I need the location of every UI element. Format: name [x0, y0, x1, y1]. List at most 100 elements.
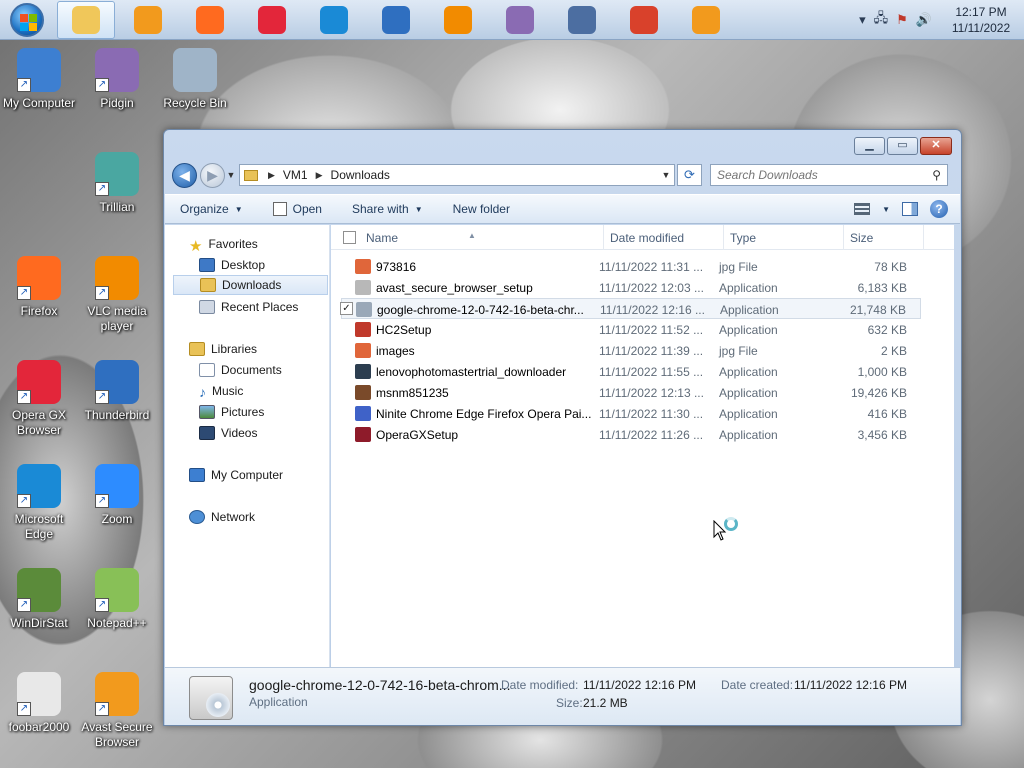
preview-pane-icon[interactable]: [902, 202, 918, 216]
videos-icon: [199, 426, 215, 440]
file-type: Application: [719, 281, 778, 295]
desktop-icon-vlc-media-player[interactable]: ↗ VLC media player: [78, 256, 156, 334]
desktop-icon-trillian[interactable]: ↗ Trillian: [78, 152, 156, 215]
taskbar-media-player-button[interactable]: [119, 1, 177, 39]
show-hidden-icons-button[interactable]: ▾: [859, 12, 866, 28]
nav-downloads[interactable]: Downloads: [173, 275, 328, 295]
col-date-modified[interactable]: Date modified: [610, 231, 684, 245]
taskbar-avast-browser-button[interactable]: [677, 1, 735, 39]
application-icon: [355, 280, 371, 295]
share-with-button[interactable]: Share with ▼: [352, 202, 423, 216]
search-input[interactable]: [717, 168, 917, 182]
desktop-icon-avast-secure-browser[interactable]: ↗ Avast Secure Browser: [78, 672, 156, 750]
nav-desktop[interactable]: Desktop: [199, 255, 329, 275]
organize-button[interactable]: Organize ▼: [180, 202, 243, 216]
action-center-icon[interactable]: ⚑: [896, 12, 908, 28]
back-button[interactable]: ◀: [172, 162, 197, 188]
recent-places-icon: [199, 300, 215, 314]
desktop-icon-firefox[interactable]: ↗ Firefox: [0, 256, 78, 319]
clock[interactable]: 12:17 PM 11/11/2022: [946, 4, 1016, 36]
new-folder-button[interactable]: New folder: [453, 202, 510, 216]
nav-videos[interactable]: Videos: [199, 423, 329, 443]
desktop-icon-pidgin[interactable]: ↗ Pidgin: [78, 48, 156, 111]
file-row[interactable]: images 11/11/2022 11:39 ... jpg File 2 KB: [341, 340, 921, 361]
search-box[interactable]: ⚲: [710, 164, 948, 186]
recent-pages-dropdown[interactable]: ▼: [225, 170, 237, 180]
desktop-icon-notepad[interactable]: ↗ Notepad++: [78, 568, 156, 631]
taskbar-unknown-app-button[interactable]: [615, 1, 673, 39]
taskbar-edge-button[interactable]: [305, 1, 363, 39]
nav-my-computer[interactable]: My Computer: [189, 465, 329, 485]
forward-button[interactable]: ▶: [200, 162, 225, 188]
taskbar-vlc-button[interactable]: [429, 1, 487, 39]
taskbar-opera-button[interactable]: [243, 1, 301, 39]
taskbar-firefox-button[interactable]: [181, 1, 239, 39]
row-checkbox[interactable]: ✓: [340, 302, 353, 315]
desktop-icon-zoom[interactable]: ↗ Zoom: [78, 464, 156, 527]
desktop-icon-windirstat[interactable]: ↗ WinDirStat: [0, 568, 78, 631]
close-button[interactable]: ✕: [920, 137, 952, 155]
shortcut-arrow-icon: ↗: [17, 390, 31, 404]
file-row[interactable]: OperaGXSetup 11/11/2022 11:26 ... Applicat…: [341, 424, 921, 445]
col-size[interactable]: Size: [850, 231, 873, 245]
nav-favorites[interactable]: ★ Favorites: [189, 234, 329, 255]
volume-icon[interactable]: 🔊: [916, 12, 932, 28]
breadcrumb-vm1[interactable]: VM1: [283, 168, 308, 182]
downloads-folder-icon: [200, 278, 216, 292]
desktop-icon-opera-gx-browser[interactable]: ↗ Opera GX Browser: [0, 360, 78, 438]
nav-pictures[interactable]: Pictures: [199, 402, 329, 422]
open-button[interactable]: Open: [272, 202, 322, 216]
desktop-icon-microsoft-edge[interactable]: ↗ Microsoft Edge: [0, 464, 78, 542]
maximize-button[interactable]: ▭: [887, 137, 918, 155]
file-name: msnm851235: [376, 386, 449, 400]
file-row[interactable]: msnm851235 11/11/2022 12:13 ... Applicatio…: [341, 382, 921, 403]
nav-recent-places-label: Recent Places: [221, 300, 299, 314]
view-options-dropdown[interactable]: ▼: [882, 205, 890, 214]
refresh-button[interactable]: ⟳: [677, 164, 702, 186]
select-all-checkbox[interactable]: [343, 231, 356, 244]
desktop-icon-thunderbird[interactable]: ↗ Thunderbird: [78, 360, 156, 423]
network-icon: [189, 510, 205, 524]
application-file-icon: [189, 676, 233, 720]
help-icon[interactable]: ?: [930, 200, 948, 218]
pictures-icon: [199, 405, 215, 419]
network-icon[interactable]: 🖧: [874, 9, 889, 31]
file-row[interactable]: ✓ google-chrome-12-0-742-16-beta-chr... 11…: [340, 298, 921, 319]
file-date-modified: 11/11/2022 11:31 ...: [599, 260, 704, 274]
file-row[interactable]: lenovophotomastertrial_downloader 11/11/2…: [341, 361, 921, 382]
file-row[interactable]: Ninite Chrome Edge Firefox Opera Pai... 1…: [341, 403, 921, 424]
breadcrumb-downloads[interactable]: Downloads: [331, 168, 390, 182]
desktop-icon-recycle-bin[interactable]: Recycle Bin: [156, 48, 234, 111]
nav-libraries[interactable]: Libraries: [189, 339, 329, 359]
change-view-icon[interactable]: [854, 203, 871, 215]
file-row[interactable]: HC2Setup 11/11/2022 11:52 ... Application 6…: [341, 319, 921, 340]
start-button[interactable]: [7, 1, 47, 39]
col-name[interactable]: Name: [366, 231, 398, 245]
col-type[interactable]: Type: [730, 231, 756, 245]
taskbar-tool-button[interactable]: [553, 1, 611, 39]
file-date-modified: 11/11/2022 12:16 ...: [600, 303, 705, 317]
address-dropdown[interactable]: ▼: [658, 170, 674, 180]
nav-network[interactable]: Network: [189, 507, 329, 527]
taskbar-pidgin-button[interactable]: [491, 1, 549, 39]
explorer-icon: [72, 5, 100, 34]
file-type: Application: [719, 386, 778, 400]
minimize-button[interactable]: ▁: [854, 137, 885, 155]
file-row[interactable]: 973816 11/11/2022 11:31 ... jpg File 78 KB: [341, 256, 921, 277]
taskbar-explorer-button[interactable]: [57, 0, 115, 39]
computer-icon: [189, 468, 205, 482]
star-icon: ★: [189, 238, 203, 255]
file-row[interactable]: avast_secure_browser_setup 11/11/2022 12:…: [341, 277, 921, 298]
desktop-icon-foobar2000[interactable]: ↗ foobar2000: [0, 672, 78, 735]
nav-documents[interactable]: Documents: [199, 360, 329, 380]
file-name: lenovophotomastertrial_downloader: [376, 365, 567, 379]
nav-music[interactable]: ♪ Music: [199, 381, 329, 401]
nav-recent-places[interactable]: Recent Places: [199, 297, 329, 317]
taskbar-thunderbird-button[interactable]: [367, 1, 425, 39]
desktop-icon-my-computer[interactable]: ↗ My Computer: [0, 48, 78, 111]
address-bar[interactable]: ▶ VM1 ▶ Downloads ▼: [239, 164, 675, 186]
details-pane: google-chrome-12-0-742-16-beta-chrom... …: [165, 667, 960, 725]
desktop-icon-label: Pidgin: [100, 96, 134, 110]
vlc-media-player-icon: ↗: [95, 256, 139, 300]
details-date-created-label: Date created:: [721, 678, 794, 692]
